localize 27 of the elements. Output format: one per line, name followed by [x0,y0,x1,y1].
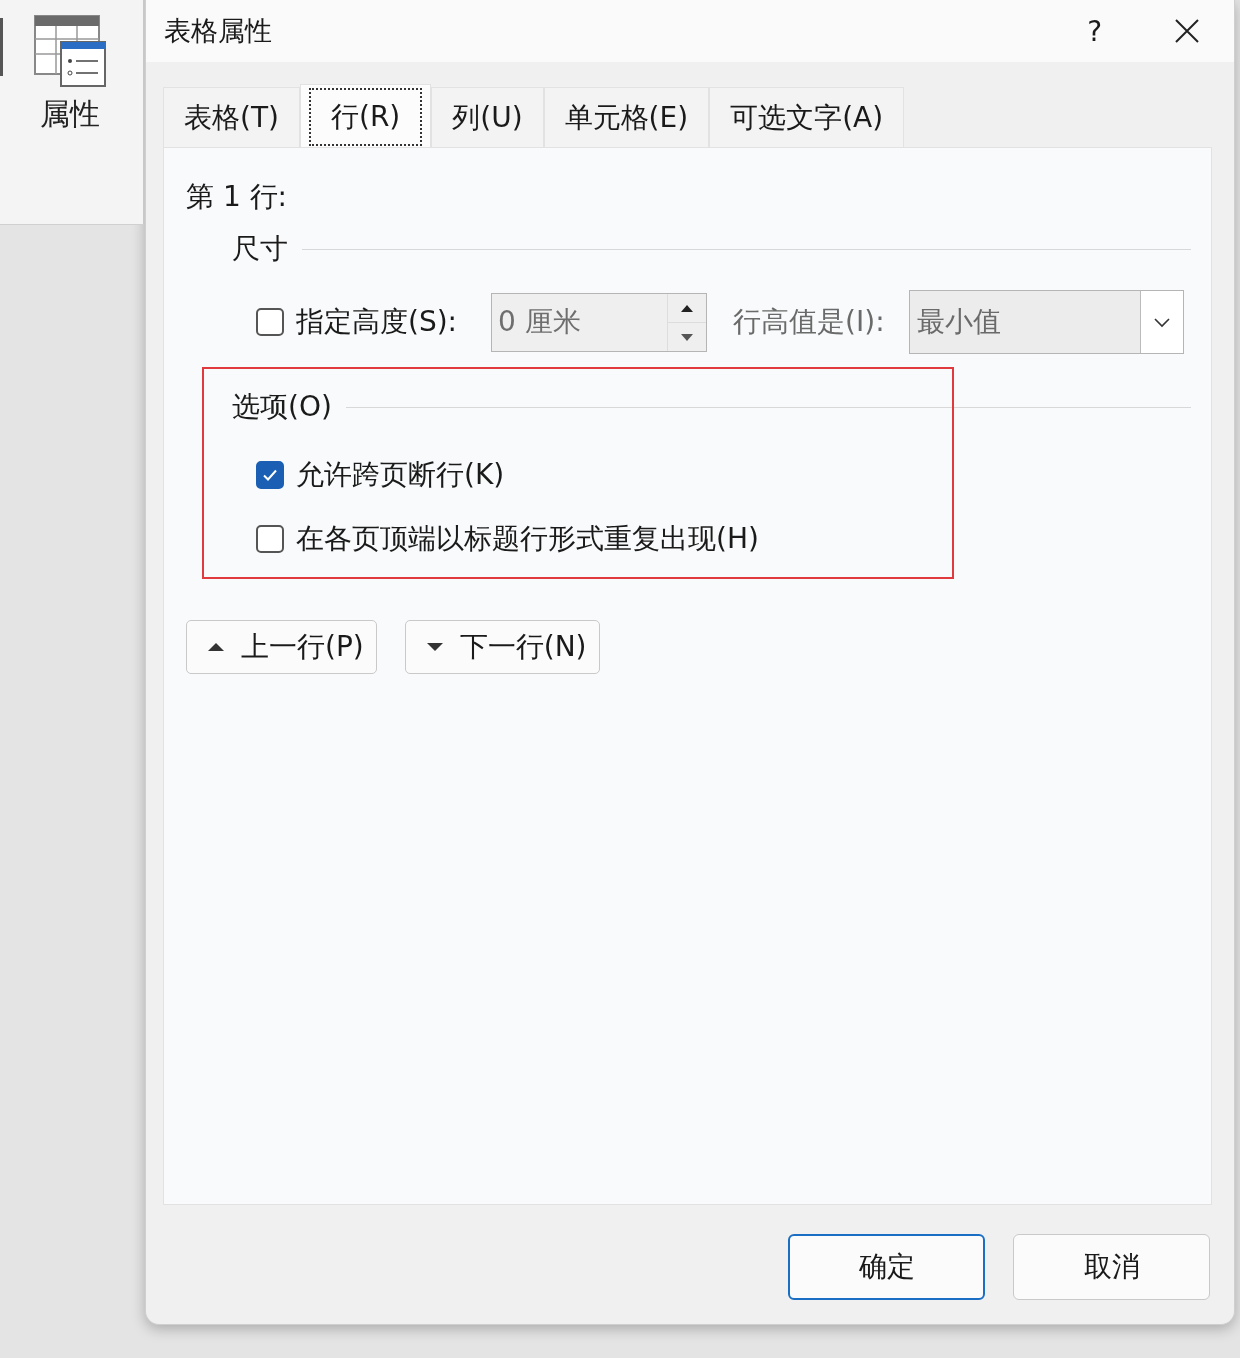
tab[interactable]: 列(U) [431,87,544,147]
tab[interactable]: 表格(T) [163,87,300,147]
checkbox[interactable] [256,461,284,489]
tab[interactable]: 单元格(E) [543,87,710,147]
height-rule-dropdown[interactable]: 最小值 [908,290,1184,354]
cancel-button[interactable]: 取消 [1013,1234,1210,1300]
row-heading: 第 1 行: [186,179,289,215]
checkbox-label: 在各页顶端以标题行形式重复出现(H) [296,521,759,557]
next-row-button[interactable]: 下一行(N) [404,620,600,674]
field-label: 行高值是(I): [733,304,885,340]
section-title: 选项(O) [232,389,332,425]
checkbox-label: 指定高度(S): [296,304,458,340]
height-field[interactable]: 0 厘米 [491,292,708,352]
section-title: 尺寸 [232,231,288,267]
tab[interactable]: 行(R) [299,84,432,148]
spin-down-icon[interactable] [679,331,696,342]
checkbox[interactable] [256,308,284,336]
help-button[interactable]: ? [1087,14,1102,48]
table-properties-icon [32,14,108,88]
checkbox[interactable] [256,525,284,553]
checkbox-label: 允许跨页断行(K) [296,457,505,493]
previous-row-button[interactable]: 上一行(P) [186,620,377,674]
ok-button[interactable]: 确定 [788,1234,985,1300]
chevron-down-icon [1152,316,1171,328]
dialog-title: 表格属性 [164,14,273,48]
close-icon[interactable] [1174,18,1200,44]
tab[interactable]: 可选文字(A) [709,87,905,147]
